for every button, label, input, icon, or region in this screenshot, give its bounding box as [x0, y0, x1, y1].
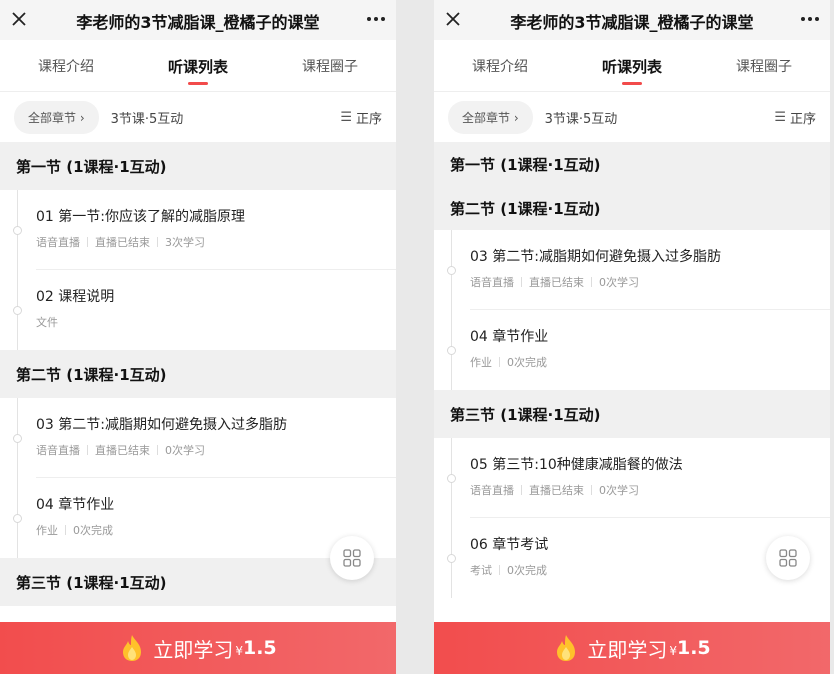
timeline-dot [13, 514, 22, 523]
list-item[interactable]: 03 第二节:减脂期如何避免摄入过多脂肪 语音直播 直播已结束 0次学习 [434, 230, 830, 310]
section-header[interactable]: 第一节 (1课程·1互动) [0, 142, 396, 190]
lesson-title: 04 章节作业 [36, 497, 115, 513]
sort-button[interactable]: ☰ 正序 [340, 108, 382, 127]
grid-icon [779, 549, 797, 567]
tab-lesson-list[interactable]: 听课列表 [566, 40, 698, 91]
grid-menu-button[interactable] [766, 536, 810, 580]
tab-active-indicator [622, 82, 642, 85]
timeline-dot [13, 226, 22, 235]
price-value: 1.5 [676, 637, 711, 659]
tab-bar: 课程介绍 听课列表 课程圈子 [434, 40, 830, 92]
list-item[interactable]: 02 课程说明 文件 [0, 270, 396, 350]
list-item[interactable]: 03 第二节:减脂期如何避免摄入过多脂肪 语音直播 直播已结束 0次学习 [0, 398, 396, 478]
fire-icon [557, 635, 576, 661]
lesson-title: 03 第二节:减脂期如何避免摄入过多脂肪 [36, 417, 287, 433]
timeline-dot [13, 434, 22, 443]
study-now-button[interactable]: 立即学习 ¥ 1.5 [0, 622, 396, 674]
title-bar: 李老师的3节减脂课_橙橘子的课堂 [434, 0, 830, 40]
section-header[interactable]: 第二节 (1课程·1互动) [434, 186, 830, 230]
lesson-meta: 语音直播 直播已结束 3次学习 [36, 236, 205, 249]
lesson-title: 01 第一节:你应该了解的减脂原理 [36, 209, 245, 225]
section-header[interactable]: 第二节 (1课程·1互动) [0, 350, 396, 398]
sort-button[interactable]: ☰ 正序 [774, 108, 816, 127]
more-icon[interactable] [364, 8, 388, 30]
lesson-title: 04 章节作业 [470, 329, 549, 345]
sort-icon: ☰ [774, 109, 786, 125]
more-icon[interactable] [798, 8, 822, 30]
tab-course-circle[interactable]: 课程圈子 [264, 40, 396, 91]
tab-course-circle[interactable]: 课程圈子 [698, 40, 830, 91]
lesson-count: 3节课·5互动 [110, 111, 184, 127]
tab-course-intro[interactable]: 课程介绍 [0, 40, 132, 91]
lesson-meta: 作业 0次完成 [36, 524, 113, 537]
page-title: 李老师的3节减脂课_橙橘子的课堂 [76, 13, 320, 32]
tab-course-intro[interactable]: 课程介绍 [434, 40, 566, 91]
sort-label: 正序 [789, 111, 816, 127]
course-screen-right: 李老师的3节减脂课_橙橘子的课堂 课程介绍 听课列表 课程圈子 全部章节 › 3… [434, 0, 830, 674]
fire-icon [123, 635, 142, 661]
lesson-meta: 作业 0次完成 [470, 356, 547, 369]
list-item[interactable]: 01 第一节:你应该了解的减脂原理 语音直播 直播已结束 3次学习 [0, 190, 396, 270]
close-icon[interactable] [442, 8, 464, 30]
course-screen-left: 李老师的3节减脂课_橙橘子的课堂 课程介绍 听课列表 课程圈子 全部章节 › 3… [0, 0, 396, 674]
list-item[interactable]: 04 章节作业 作业 0次完成 [434, 310, 830, 390]
page-title: 李老师的3节减脂课_橙橘子的课堂 [510, 13, 754, 32]
close-icon[interactable] [8, 8, 30, 30]
timeline-dot [447, 474, 456, 483]
lesson-meta: 文件 [36, 316, 58, 329]
price-currency: ¥ [235, 644, 243, 658]
grid-menu-button[interactable] [330, 536, 374, 580]
chapter-filter-button[interactable]: 全部章节 › [448, 100, 533, 134]
chapter-filter-button[interactable]: 全部章节 › [14, 100, 99, 134]
tab-lesson-list[interactable]: 听课列表 [132, 40, 264, 91]
lesson-meta: 语音直播 直播已结束 0次学习 [470, 276, 639, 289]
section-header[interactable]: 第一节 (1课程·1互动) [434, 142, 830, 186]
sort-label: 正序 [355, 111, 382, 127]
grid-icon [343, 549, 361, 567]
lesson-count: 3节课·5互动 [544, 111, 618, 127]
lesson-title: 02 课程说明 [36, 289, 115, 305]
timeline-dot [447, 346, 456, 355]
filter-bar: 全部章节 › 3节课·5互动 ☰ 正序 [0, 92, 396, 142]
lesson-list: 第一节 (1课程·1互动) 01 第一节:你应该了解的减脂原理 语音直播 直播已结… [0, 142, 396, 606]
lesson-title: 05 第三节:10种健康减脂餐的做法 [470, 457, 683, 473]
timeline-dot [447, 554, 456, 563]
price-value: 1.5 [242, 637, 277, 659]
filter-bar: 全部章节 › 3节课·5互动 ☰ 正序 [434, 92, 830, 142]
timeline-dot [447, 266, 456, 275]
tab-bar: 课程介绍 听课列表 课程圈子 [0, 40, 396, 92]
study-now-button[interactable]: 立即学习 ¥ 1.5 [434, 622, 830, 674]
lesson-title: 03 第二节:减脂期如何避免摄入过多脂肪 [470, 249, 721, 265]
section-header[interactable]: 第三节 (1课程·1互动) [434, 390, 830, 438]
lesson-meta: 语音直播 直播已结束 0次学习 [36, 444, 205, 457]
timeline-dot [13, 306, 22, 315]
lesson-list: 第一节 (1课程·1互动) 第二节 (1课程·1互动) 03 第二节:减脂期如何… [434, 142, 830, 598]
price-currency: ¥ [669, 644, 677, 658]
title-bar: 李老师的3节减脂课_橙橘子的课堂 [0, 0, 396, 40]
list-item[interactable]: 05 第三节:10种健康减脂餐的做法 语音直播 直播已结束 0次学习 [434, 438, 830, 518]
tab-active-indicator [188, 82, 208, 85]
cta-label: 立即学习 [153, 637, 234, 662]
lesson-meta: 语音直播 直播已结束 0次学习 [470, 484, 639, 497]
sort-icon: ☰ [340, 109, 352, 125]
cta-label: 立即学习 [587, 637, 668, 662]
